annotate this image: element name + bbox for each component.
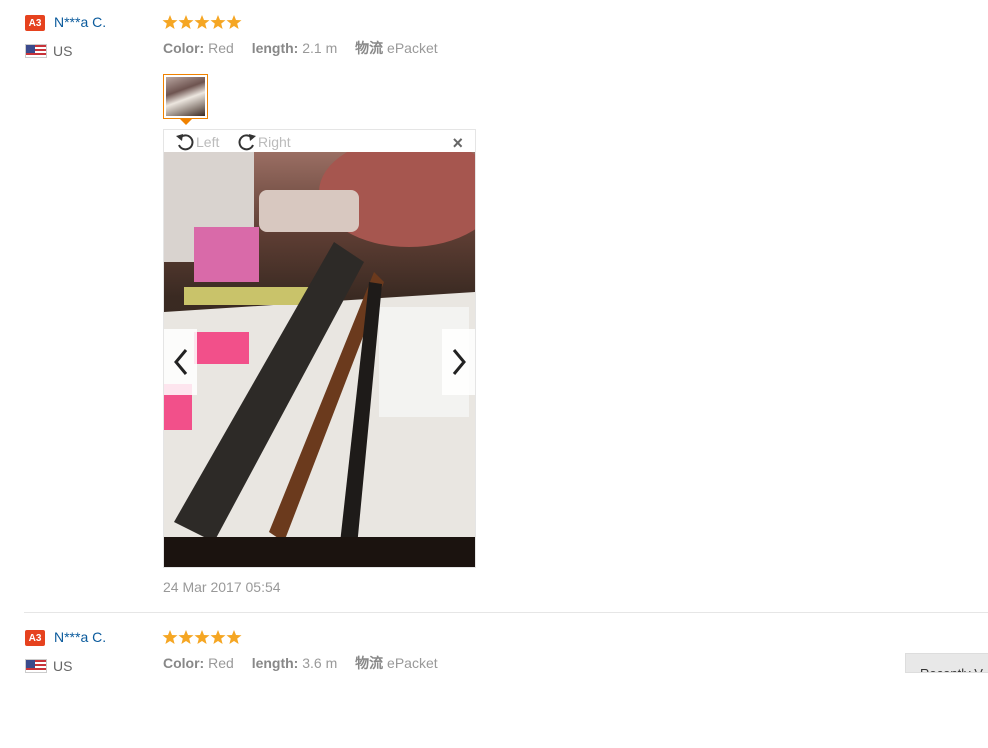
recently-viewed-tab[interactable]: Recently V — [905, 653, 988, 673]
star-icon — [194, 630, 210, 644]
length-label: length: — [251, 655, 299, 671]
us-flag-icon — [25, 659, 47, 673]
close-viewer-button[interactable]: × — [452, 133, 463, 154]
star-icon — [178, 15, 194, 29]
us-flag-icon — [25, 44, 47, 58]
shipping-label: 物流 — [355, 655, 384, 671]
viewer-toolbar: Left Right × — [164, 130, 475, 154]
previous-photo-button[interactable] — [164, 329, 197, 395]
shipping-label: 物流 — [355, 40, 384, 56]
length-value: 2.1 m — [302, 40, 338, 56]
star-icon — [226, 630, 242, 644]
shipping-value: ePacket — [387, 40, 438, 56]
star-icon — [210, 630, 226, 644]
buyer-name[interactable]: N***a C. — [54, 14, 106, 30]
rotate-left-icon — [176, 134, 194, 151]
review-divider — [24, 612, 988, 613]
review-photo-thumbnail[interactable] — [163, 74, 208, 119]
buyer-country: US — [53, 43, 73, 59]
review-date: 24 Mar 2017 05:54 — [163, 579, 281, 595]
product-attributes: Color: Red length: 3.6 m 物流 ePacket — [163, 653, 438, 673]
length-label: length: — [251, 40, 299, 56]
star-icon — [226, 15, 242, 29]
rotate-right-label: Right — [258, 134, 291, 150]
rating-stars — [162, 629, 242, 647]
star-icon — [178, 630, 194, 644]
rating-stars — [162, 14, 242, 32]
chevron-left-icon — [173, 349, 187, 375]
color-label: Color: — [163, 655, 205, 671]
buyer-country: US — [53, 658, 73, 674]
next-photo-button[interactable] — [442, 329, 475, 395]
star-icon — [162, 630, 178, 644]
color-value: Red — [208, 655, 234, 671]
rotate-left-button[interactable]: Left — [174, 131, 219, 153]
buyer-level-badge: A3 — [25, 15, 45, 31]
review-photo — [164, 152, 475, 567]
rotate-left-label: Left — [196, 134, 220, 150]
photo-viewer: Left Right × — [163, 129, 476, 568]
length-value: 3.6 m — [302, 655, 338, 671]
rotate-right-icon — [238, 134, 256, 151]
color-label: Color: — [163, 40, 205, 56]
color-value: Red — [208, 40, 234, 56]
star-icon — [194, 15, 210, 29]
fishing-rod-photo — [164, 152, 475, 567]
rotate-right-button[interactable]: Right — [236, 131, 291, 153]
star-icon — [162, 15, 178, 29]
star-icon — [210, 15, 226, 29]
buyer-name[interactable]: N***a C. — [54, 629, 106, 645]
blank-area — [0, 673, 988, 748]
chevron-right-icon — [452, 349, 466, 375]
thumbnail-pointer — [180, 119, 192, 125]
product-attributes: Color: Red length: 2.1 m 物流 ePacket — [163, 38, 438, 58]
buyer-level-badge: A3 — [25, 630, 45, 646]
shipping-value: ePacket — [387, 655, 438, 671]
